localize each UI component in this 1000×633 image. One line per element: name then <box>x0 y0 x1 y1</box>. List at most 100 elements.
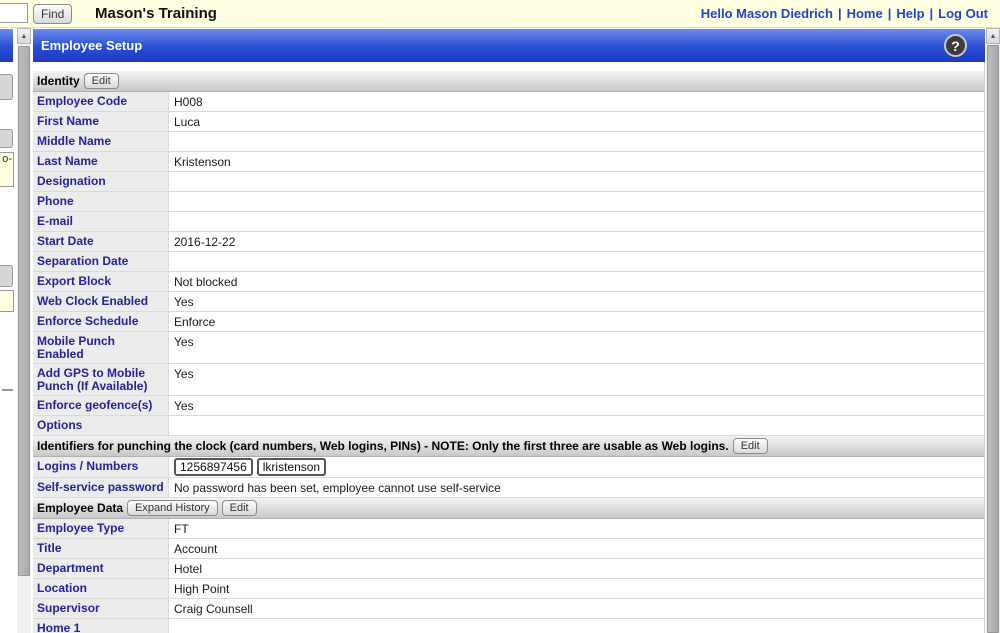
identity-rows: Employee Code H008 First Name Luca Middl… <box>33 92 984 436</box>
field-label: Employee Code <box>33 92 169 111</box>
field-label: Logins / Numbers <box>33 457 169 477</box>
field-label: Middle Name <box>33 132 169 151</box>
identity-section-header: Identity Edit <box>33 71 984 92</box>
field-value: Yes <box>169 292 984 311</box>
field-label: Designation <box>33 172 169 191</box>
field-label: First Name <box>33 112 169 131</box>
field-label: Supervisor <box>33 599 169 618</box>
field-label: Last Name <box>33 152 169 171</box>
table-row: Mobile Punch Enabled Yes <box>33 332 984 364</box>
identifiers-edit-button[interactable]: Edit <box>733 438 768 454</box>
field-value <box>169 212 984 231</box>
field-value <box>169 172 984 191</box>
field-value: 2016-12-22 <box>169 232 984 251</box>
employee-data-rows: Employee Type FT Title Account Departmen… <box>33 519 984 633</box>
table-row: Employee Type FT <box>33 519 984 539</box>
expand-history-button[interactable]: Expand History <box>127 500 218 516</box>
field-value <box>169 192 984 211</box>
right-scrollbar-thumb[interactable] <box>987 45 999 633</box>
field-label: Add GPS to Mobile Punch (If Available) <box>33 364 169 395</box>
left-scrollbar[interactable]: ▲ <box>17 28 31 633</box>
table-row: Designation <box>33 172 984 192</box>
help-link[interactable]: Help <box>896 6 924 21</box>
field-label: Start Date <box>33 232 169 251</box>
field-label: Self-service password <box>33 478 169 497</box>
field-label: Employee Type <box>33 519 169 538</box>
field-value: Yes <box>169 396 984 415</box>
field-label: Title <box>33 539 169 558</box>
field-value: Luca <box>169 112 984 131</box>
table-row: Enforce geofence(s) Yes <box>33 396 984 416</box>
find-input[interactable] <box>0 3 28 23</box>
field-value: 1256897456lkristenson <box>169 457 984 477</box>
left-scrollbar-thumb[interactable] <box>18 46 30 576</box>
scroll-up-arrow-icon[interactable]: ▲ <box>17 28 31 44</box>
field-label: Export Block <box>33 272 169 291</box>
field-value: Not blocked <box>169 272 984 291</box>
table-row: Options <box>33 416 984 436</box>
field-value <box>169 252 984 271</box>
field-label: Phone <box>33 192 169 211</box>
field-label: Enforce geofence(s) <box>33 396 169 415</box>
field-label: Mobile Punch Enabled <box>33 332 169 363</box>
field-value <box>169 619 984 633</box>
field-value <box>169 132 984 151</box>
field-value <box>169 416 984 435</box>
link-separator: | <box>838 6 842 21</box>
left-panel-button-fragment <box>0 74 13 100</box>
left-panel-field-fragment <box>0 290 14 312</box>
table-row: Start Date 2016-12-22 <box>33 232 984 252</box>
field-label: Department <box>33 559 169 578</box>
field-label: Location <box>33 579 169 598</box>
help-icon[interactable]: ? <box>944 34 967 57</box>
table-row: Enforce Schedule Enforce <box>33 312 984 332</box>
user-links: Hello Mason Diedrich|Home|Help|Log Out <box>701 6 988 21</box>
logout-link[interactable]: Log Out <box>938 6 988 21</box>
field-label: Home 1 <box>33 619 169 633</box>
field-value: Yes <box>169 364 984 395</box>
field-value: FT <box>169 519 984 538</box>
field-value: Enforce <box>169 312 984 331</box>
login-identifier-chip: 1256897456 <box>174 458 253 476</box>
table-row: Middle Name <box>33 132 984 152</box>
top-bar: Find Mason's Training Hello Mason Diedri… <box>0 0 1000 28</box>
field-label: Enforce Schedule <box>33 312 169 331</box>
link-separator: | <box>930 6 934 21</box>
field-value: Craig Counsell <box>169 599 984 618</box>
identifiers-section-title: Identifiers for punching the clock (card… <box>37 439 729 453</box>
field-value: High Point <box>169 579 984 598</box>
employee-data-section-header: Employee Data Expand History Edit <box>33 498 984 519</box>
table-row: Title Account <box>33 539 984 559</box>
left-panel-field-fragment: o- <box>0 152 14 187</box>
home-link[interactable]: Home <box>847 6 883 21</box>
table-row: E-mail <box>33 212 984 232</box>
table-row: Logins / Numbers 1256897456lkristenson <box>33 457 984 478</box>
left-panel-divider-fragment <box>2 389 13 391</box>
left-panel-button-fragment <box>0 129 13 148</box>
scroll-up-arrow-icon[interactable]: ▲ <box>986 28 1000 44</box>
identifiers-section-header: Identifiers for punching the clock (card… <box>33 436 984 457</box>
greeting-link[interactable]: Hello Mason Diedrich <box>701 6 833 21</box>
table-row: Self-service password No password has be… <box>33 478 984 498</box>
find-button[interactable]: Find <box>33 4 72 24</box>
table-row: Supervisor Craig Counsell <box>33 599 984 619</box>
page-title: Employee Setup <box>33 38 142 53</box>
field-value: Yes <box>169 332 984 363</box>
table-row: Employee Code H008 <box>33 92 984 112</box>
field-label: E-mail <box>33 212 169 231</box>
employee-setup-panel: Identity Edit Employee Code H008 First N… <box>33 62 985 633</box>
field-label: Separation Date <box>33 252 169 271</box>
login-chips: 1256897456lkristenson <box>174 458 326 476</box>
employee-data-edit-button[interactable]: Edit <box>222 500 257 516</box>
right-scrollbar[interactable]: ▲ <box>986 28 1000 633</box>
left-panel-header-fragment <box>0 29 13 62</box>
identity-edit-button[interactable]: Edit <box>84 73 119 89</box>
field-value: Kristenson <box>169 152 984 171</box>
field-label: Options <box>33 416 169 435</box>
field-value: No password has been set, employee canno… <box>169 478 984 497</box>
table-row: Location High Point <box>33 579 984 599</box>
table-row: Department Hotel <box>33 559 984 579</box>
table-row: Separation Date <box>33 252 984 272</box>
page-title-bar: Employee Setup ? <box>33 29 985 62</box>
table-row: Home 1 <box>33 619 984 633</box>
